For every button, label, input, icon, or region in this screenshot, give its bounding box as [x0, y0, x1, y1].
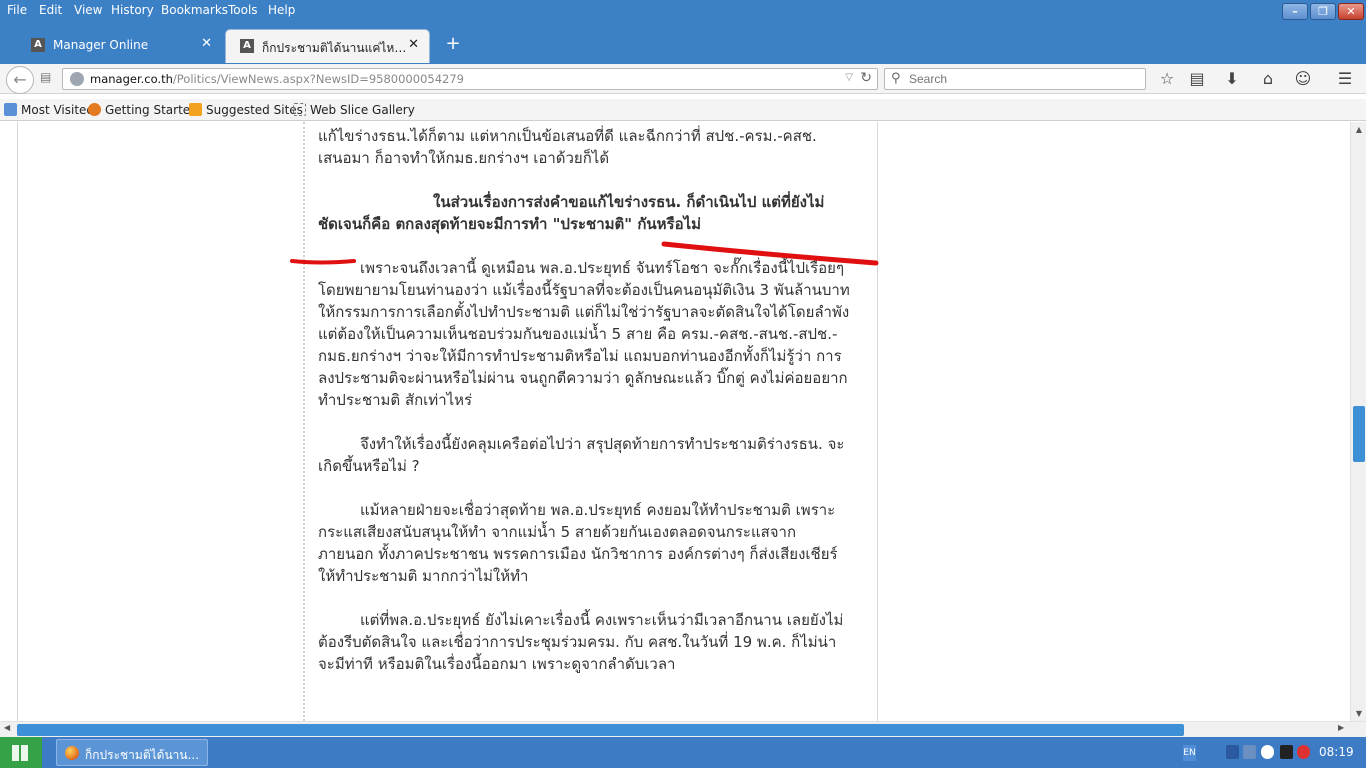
tab-title: ก็กประชามติได้นานแค่ไหน ? - ... [262, 41, 412, 55]
search-bar[interactable]: ⚲ [884, 68, 1146, 90]
url-host: manager.co.th [90, 72, 173, 86]
tab-article[interactable]: A ก็กประชามติได้นานแค่ไหน ? - ... ✕ [225, 29, 430, 63]
scroll-up-icon[interactable]: ▲ [1351, 125, 1366, 134]
paragraph: เพราะจนถึงเวลานี้ ดูเหมือน พล.อ.ประยุทธ์… [318, 257, 850, 411]
search-input[interactable] [909, 72, 1139, 86]
menu-help[interactable]: Help [268, 3, 295, 17]
search-icon: ⚲ [891, 71, 901, 86]
menu-bar: File Edit View History Bookmarks Tools H… [0, 0, 1366, 22]
chat-icon[interactable]: ☺ [1292, 69, 1314, 89]
minimize-button[interactable]: – [1282, 3, 1308, 20]
volume-tray-icon[interactable] [1243, 745, 1256, 759]
scroll-down-icon[interactable]: ▼ [1351, 709, 1366, 718]
reading-list-icon[interactable]: ▤ [1186, 69, 1208, 89]
bookmark-label: Web Slice Gallery [310, 103, 415, 117]
url-text[interactable]: manager.co.th/Politics/ViewNews.aspx?New… [90, 72, 464, 86]
hamburger-menu-icon[interactable]: ☰ [1334, 69, 1356, 89]
paragraph-text: แม้หลายฝ่ายจะเชื่อว่าสุดท้าย พล.อ.ประยุท… [318, 501, 838, 585]
scroll-right-icon[interactable]: ▶ [1338, 723, 1344, 732]
menu-bookmarks[interactable]: Bookmarks [161, 3, 228, 17]
article-body: แก้ไขร่างรธน.ได้ก็ตาม แต่หากเป็นข้อเสนอท… [318, 125, 850, 697]
minimize-icon: – [1292, 5, 1298, 18]
bookmark-most-visited[interactable]: Most Visited [4, 103, 94, 117]
bookmark-label: Most Visited [21, 103, 95, 117]
restore-button[interactable]: ❐ [1310, 3, 1336, 20]
url-bar[interactable]: manager.co.th/Politics/ViewNews.aspx?New… [62, 68, 878, 90]
article-border [303, 122, 305, 721]
url-path: /Politics/ViewNews.aspx?NewsID=958000005… [172, 72, 464, 86]
reload-icon[interactable]: ↻ [860, 70, 872, 86]
taskbar-item-label: ก็กประชามติได้นาน... [85, 748, 200, 762]
menu-history[interactable]: History [111, 3, 154, 17]
globe-icon [70, 72, 84, 86]
start-button[interactable] [0, 737, 42, 768]
download-icon[interactable]: ⬇ [1221, 69, 1243, 89]
paragraph-text: ในส่วนเรื่องการส่งคำขอแก้ไขร่างรธน. ก็ดำ… [318, 193, 825, 233]
back-button[interactable]: ← [6, 66, 34, 94]
firefox-icon [65, 746, 79, 760]
bookmark-getting-started[interactable]: Getting Started [88, 103, 198, 117]
page-tools-icon[interactable]: ▤ [40, 70, 54, 84]
vertical-scroll-thumb[interactable] [1353, 406, 1365, 462]
tab-close-icon[interactable]: ✕ [201, 36, 212, 51]
taskbar-firefox-item[interactable]: ก็กประชามติได้นาน... [56, 739, 208, 766]
browser-tray-icon[interactable] [1261, 745, 1274, 759]
horizontal-scrollbar[interactable]: ◀ ▶ [0, 721, 1366, 737]
menu-tools[interactable]: Tools [228, 3, 258, 17]
paragraph: แก้ไขร่างรธน.ได้ก็ตาม แต่หากเป็นข้อเสนอท… [318, 127, 817, 167]
clock[interactable]: 08:19 [1319, 745, 1354, 759]
home-icon[interactable]: ⌂ [1257, 69, 1279, 89]
tab-close-icon[interactable]: ✕ [408, 37, 419, 52]
bookmarks-toolbar: Most Visited Getting Started Suggested S… [0, 99, 1366, 121]
taskbar: ก็กประชามติได้นาน... EN 08:19 [0, 737, 1366, 768]
menu-file[interactable]: File [7, 3, 27, 17]
network-tray-icon[interactable] [1226, 745, 1239, 759]
site-favicon-icon: A [31, 38, 45, 52]
menu-view[interactable]: View [74, 3, 102, 17]
most-visited-icon [4, 103, 17, 116]
web-slice-icon [293, 103, 306, 116]
paragraph: แม้หลายฝ่ายจะเชื่อว่าสุดท้าย พล.อ.ประยุท… [318, 499, 850, 587]
scroll-left-icon[interactable]: ◀ [4, 723, 10, 732]
paragraph-text: เพราะจนถึงเวลานี้ ดูเหมือน พล.อ.ประยุทธ์… [318, 259, 850, 409]
column-divider [17, 122, 18, 721]
security-tray-icon[interactable] [1297, 745, 1310, 759]
paragraph-text: จึงทำให้เรื่องนี้ยังคลุมเครือต่อไปว่า สร… [318, 435, 845, 475]
navigation-bar: ← ▤ manager.co.th/Politics/ViewNews.aspx… [0, 64, 1366, 94]
suggested-sites-icon [189, 103, 202, 116]
bookmark-star-icon[interactable]: ☆ [1156, 69, 1178, 89]
tab-title: Manager Online [53, 38, 149, 52]
site-favicon-icon: A [240, 39, 254, 53]
paragraph-lead: ในส่วนเรื่องการส่งคำขอแก้ไขร่างรธน. ก็ดำ… [318, 191, 850, 235]
horizontal-scroll-thumb[interactable] [17, 724, 1184, 736]
bookmark-label: Getting Started [105, 103, 198, 117]
close-window-button[interactable]: ✕ [1338, 3, 1364, 20]
paragraph-text: แต่ที่พล.อ.ประยุทธ์ ยังไม่เคาะเรื่องนี้ … [318, 611, 844, 673]
close-icon: ✕ [1346, 5, 1356, 18]
firefox-icon [88, 103, 101, 116]
paragraph: แต่ที่พล.อ.ประยุทธ์ ยังไม่เคาะเรื่องนี้ … [318, 609, 850, 675]
tab-manager-online[interactable]: A Manager Online ✕ [17, 29, 222, 63]
language-indicator[interactable]: EN [1183, 745, 1196, 761]
bookmark-suggested-sites[interactable]: Suggested Sites [189, 103, 303, 117]
app-tray-icon[interactable] [1280, 745, 1293, 759]
vertical-scrollbar[interactable]: ▲ ▼ [1350, 122, 1366, 721]
restore-icon: ❐ [1318, 5, 1328, 18]
url-dropdown-icon[interactable]: ▽ [845, 72, 853, 83]
paragraph: จึงทำให้เรื่องนี้ยังคลุมเครือต่อไปว่า สร… [318, 433, 850, 477]
tab-strip: A Manager Online ✕ A ก็กประชามติได้นานแค… [0, 22, 1366, 64]
bookmark-web-slice-gallery[interactable]: Web Slice Gallery [293, 103, 415, 117]
windows-logo-icon [12, 745, 28, 761]
column-divider [877, 122, 878, 721]
bookmark-label: Suggested Sites [206, 103, 303, 117]
new-tab-button[interactable]: + [443, 34, 463, 54]
page-content: แก้ไขร่างรธน.ได้ก็ตาม แต่หากเป็นข้อเสนอท… [0, 122, 1350, 721]
menu-edit[interactable]: Edit [39, 3, 62, 17]
